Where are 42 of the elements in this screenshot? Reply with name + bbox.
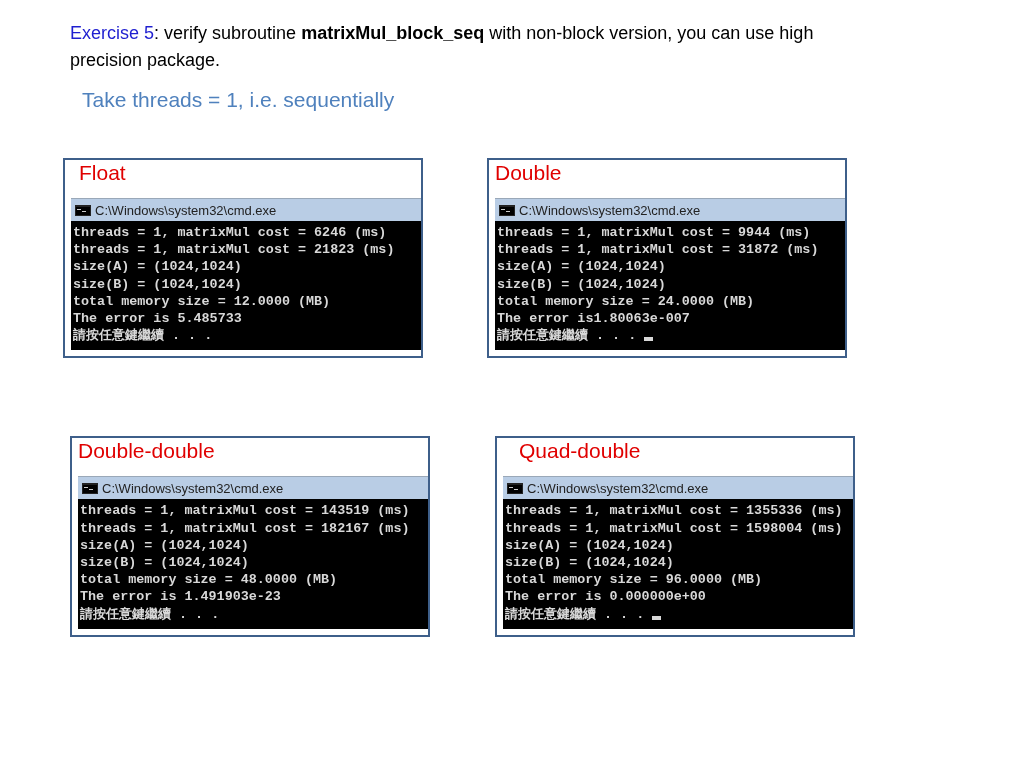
- console-line: size(A) = (1024,1024): [497, 258, 666, 276]
- console-line: threads = 1, matrixMul cost = 31872 (ms): [497, 241, 819, 259]
- console-line: 請按任意鍵繼續 . . .: [80, 605, 220, 623]
- panel-title: Float: [79, 161, 126, 184]
- console-icon: [75, 204, 91, 216]
- console-line: 請按任意鍵繼續 . . .: [505, 605, 645, 623]
- console-line: The error is 5.485733: [73, 310, 242, 328]
- console-line: size(A) = (1024,1024): [80, 536, 249, 555]
- console-line: 請按任意鍵繼續 . . .: [497, 327, 637, 345]
- console-line: threads = 1, matrixMul cost = 6246 (ms): [73, 224, 387, 242]
- console-line: total memory size = 24.0000 (MB): [497, 292, 755, 310]
- console-line: size(A) = (1024,1024): [505, 536, 674, 555]
- panel-title: Double-double: [78, 439, 215, 463]
- console-line: total memory size = 12.0000 (MB): [73, 292, 331, 310]
- console-line: The error is 1.491903e-23: [80, 588, 281, 606]
- console-line: size(B) = (1024,1024): [505, 554, 674, 572]
- console-line: 請按任意鍵繼續 . . .: [73, 327, 213, 345]
- console-line: size(B) = (1024,1024): [497, 275, 666, 293]
- panel-title: Double: [495, 161, 562, 184]
- panel-title: Quad-double: [519, 439, 641, 463]
- console-line: total memory size = 48.0000 (MB): [80, 571, 338, 589]
- console-icon: [499, 204, 515, 216]
- console-line: threads = 1, matrixMul cost = 143519 (ms): [80, 502, 410, 520]
- console-line: threads = 1, matrixMul cost = 182167 (ms): [80, 519, 410, 537]
- console-line: total memory size = 96.0000 (MB): [505, 571, 763, 589]
- subtitle: Take threads = 1, i.e. sequentially: [82, 88, 396, 112]
- window-title: C:\Windows\system32\cmd.exe: [519, 202, 701, 218]
- console-line: threads = 1, matrixMul cost = 21823 (ms): [73, 241, 395, 259]
- exercise-instruction: Exercise 5: verify subroutine matrixMul_block_seq with non-block version, you can use high precision package.: [70, 22, 815, 72]
- console-line: size(A) = (1024,1024): [73, 258, 242, 276]
- window-title: C:\Windows\system32\cmd.exe: [102, 480, 284, 496]
- console-line: The error is 0.000000e+00: [505, 588, 706, 606]
- console-line: The error is1.80063e-007: [497, 310, 690, 328]
- window-title: C:\Windows\system32\cmd.exe: [95, 202, 277, 218]
- console-line: threads = 1, matrixMul cost = 1598004 (ms): [505, 519, 843, 537]
- console-line: threads = 1, matrixMul cost = 1355336 (ms): [505, 502, 843, 520]
- console-icon: [507, 482, 523, 494]
- console-line: size(B) = (1024,1024): [73, 275, 242, 293]
- console-line: size(B) = (1024,1024): [80, 554, 249, 572]
- console-line: threads = 1, matrixMul cost = 9944 (ms): [497, 224, 811, 242]
- window-title: C:\Windows\system32\cmd.exe: [527, 480, 709, 496]
- console-icon: [82, 482, 98, 494]
